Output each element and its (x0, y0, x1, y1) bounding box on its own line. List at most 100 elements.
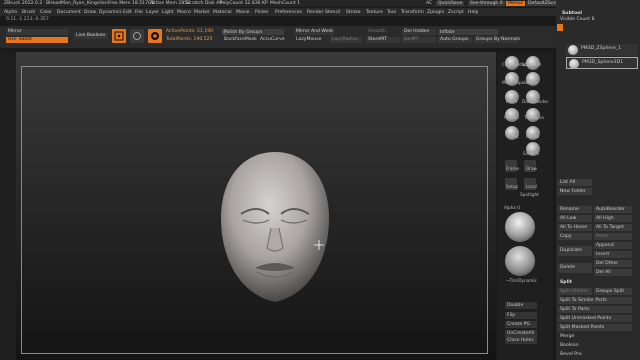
coordinate-readout: 0.11,-1.213,-0.357 (6, 17, 49, 22)
flip-button[interactable]: Flip (505, 312, 537, 319)
accu-curve-button[interactable]: AccuCurve (258, 37, 286, 43)
auto-reorder-button[interactable]: AutoReorder (594, 206, 632, 213)
alpha-preview[interactable] (505, 212, 535, 242)
auto-groups-button[interactable]: Auto Groups (438, 37, 472, 43)
subtool-item-zsphere[interactable]: PM3D_ZSphere_1 (566, 44, 638, 56)
menu-preferences[interactable]: Preferences (275, 10, 302, 15)
duplicate-button[interactable]: Duplicate (558, 246, 592, 256)
menu-render[interactable]: Render (307, 10, 323, 15)
total-points-label: TotalPoints: 190,525 (166, 37, 213, 42)
menu-draw[interactable]: Draw (84, 10, 96, 15)
split-hidden-button[interactable]: Split Hidden (558, 288, 592, 295)
title-bar: ZBrush 2022.0.2 BHeadMan_Ryan_Kingslien … (0, 0, 640, 7)
draw-icon (114, 31, 124, 41)
menu-macro[interactable]: Macro (177, 10, 191, 15)
smooth-slider[interactable]: Smooth (366, 29, 400, 35)
menu-alpha[interactable]: Alpha (4, 10, 17, 15)
menu-light[interactable]: Light (162, 10, 173, 15)
live-boolean-button[interactable]: Live Boolean (74, 33, 108, 39)
subtool-list-orange-tab[interactable] (557, 24, 563, 31)
insert-button[interactable]: Insert (594, 251, 632, 258)
groups-by-normals-button[interactable]: Groups By Normals (474, 37, 520, 43)
all-high-button[interactable]: All High (594, 215, 632, 222)
del-all-button[interactable]: Del All (594, 269, 632, 276)
append-button[interactable]: Append (594, 242, 632, 249)
local-label: Local (526, 184, 537, 189)
menu-dynamics[interactable]: Dynamics (99, 10, 122, 15)
new-folder-button[interactable]: New Folder (558, 188, 592, 195)
head-model[interactable] (205, 148, 345, 308)
menus-button[interactable]: Menus (506, 1, 526, 6)
menu-texture[interactable]: Texture (366, 10, 383, 15)
menu-zplugin[interactable]: Zplugin (427, 10, 444, 15)
menu-layer[interactable]: Layer (146, 10, 159, 15)
snakehook-label: SnakeH (523, 151, 539, 156)
menu-file[interactable]: File (135, 10, 143, 15)
menu-marker[interactable]: Marker (194, 10, 210, 15)
menu-movie[interactable]: Movie (236, 10, 250, 15)
uncreate-all-button[interactable]: UnCreateAll (505, 330, 537, 337)
split-to-similar-parts-button[interactable]: Split To Similar Parts (558, 297, 632, 304)
double-button[interactable]: Double (505, 302, 537, 309)
boolean-section-title[interactable]: Boolean (560, 343, 579, 348)
menu-tool[interactable]: Tool (387, 10, 396, 15)
trimdynamic-preview-label: ~TrimDynamic (506, 278, 537, 283)
del-hidden-button[interactable]: Del Hidden (402, 29, 436, 35)
menu-color[interactable]: Color (40, 10, 52, 15)
mirror-button[interactable]: Mirror (6, 29, 68, 35)
menu-zscript[interactable]: Zscript (448, 10, 464, 15)
menu-stroke[interactable]: Stroke (346, 10, 361, 15)
list-all-button[interactable]: List All (558, 179, 592, 186)
mirror-and-weld-button[interactable]: Mirror And Weld (294, 29, 334, 35)
subtool-name: PM3D_Sphere3D1 (582, 60, 624, 65)
inflate-slider[interactable]: Inflate (438, 29, 498, 35)
all-low-button[interactable]: All Low (558, 215, 592, 222)
copy-button[interactable]: Copy (558, 233, 592, 240)
menu-picker[interactable]: Picker (255, 10, 269, 15)
subtool-item-sphere3d[interactable]: PM3D_Sphere3D1 (566, 57, 638, 69)
split-section-title[interactable]: Split (560, 280, 572, 285)
lazy-radius-slider[interactable]: LazyRadius (330, 37, 362, 43)
subtool-title[interactable]: Subtool (562, 11, 582, 16)
all-to-home-button[interactable]: All To Home (558, 224, 592, 231)
morph-label: Morph (526, 134, 540, 139)
trimdynamic-preview[interactable] (505, 246, 535, 276)
merge-section-title[interactable]: Merge (560, 334, 574, 339)
draw-mode-button[interactable] (112, 29, 126, 43)
del-mt-button[interactable]: DelMT (402, 37, 436, 43)
subtool-thumb (569, 59, 579, 69)
backface-mask-button[interactable]: BackfaceMask (222, 37, 257, 43)
close-holes-button[interactable]: Close Holes (505, 337, 537, 344)
menu-help[interactable]: Help (468, 10, 478, 15)
frame-label: Frame (506, 166, 520, 171)
delete-button[interactable]: Delete (558, 263, 592, 273)
groups-split-button[interactable]: Groups Split (594, 288, 632, 295)
alpha-label: Alpha 0 (504, 205, 520, 210)
menu-transform[interactable]: Transform (401, 10, 424, 15)
rename-button[interactable]: Rename (558, 206, 592, 213)
del-other-button[interactable]: Del Other (594, 260, 632, 267)
standard-label: Standard (522, 62, 542, 67)
use-tablet-button[interactable]: Use Tablet (6, 37, 68, 43)
gizmo-toggle[interactable] (130, 29, 144, 43)
split-masked-points-button[interactable]: Split Masked Points (558, 324, 632, 331)
ac-button[interactable]: AC (426, 1, 432, 6)
paste-button[interactable]: Paste (594, 233, 632, 240)
polish-by-groups-slider[interactable]: Polish By Groups (222, 29, 284, 35)
quicksave-button[interactable]: QuickSave (436, 1, 465, 6)
see-through-slider[interactable]: See-through 0 (468, 1, 505, 6)
store-mt-button[interactable]: StoreMT (366, 37, 400, 43)
left-tray (0, 50, 15, 360)
menu-material[interactable]: Material (213, 10, 232, 15)
bevel-pro-section-title[interactable]: Bevel Pro (560, 352, 582, 357)
all-to-target-button[interactable]: All To Target (594, 224, 632, 231)
create-pg-button[interactable]: Create PG (505, 321, 537, 328)
menu-edit[interactable]: Edit (123, 10, 132, 15)
lazy-mouse-button[interactable]: LazyMouse (294, 37, 326, 43)
solo-button[interactable] (148, 29, 162, 43)
split-unmasked-points-button[interactable]: Split Unmasked Points (558, 315, 632, 322)
menu-document[interactable]: Document (57, 10, 81, 15)
menu-brush[interactable]: Brush (22, 10, 35, 15)
split-to-parts-button[interactable]: Split To Parts (558, 306, 632, 313)
menu-stencil[interactable]: Stencil (325, 10, 341, 15)
